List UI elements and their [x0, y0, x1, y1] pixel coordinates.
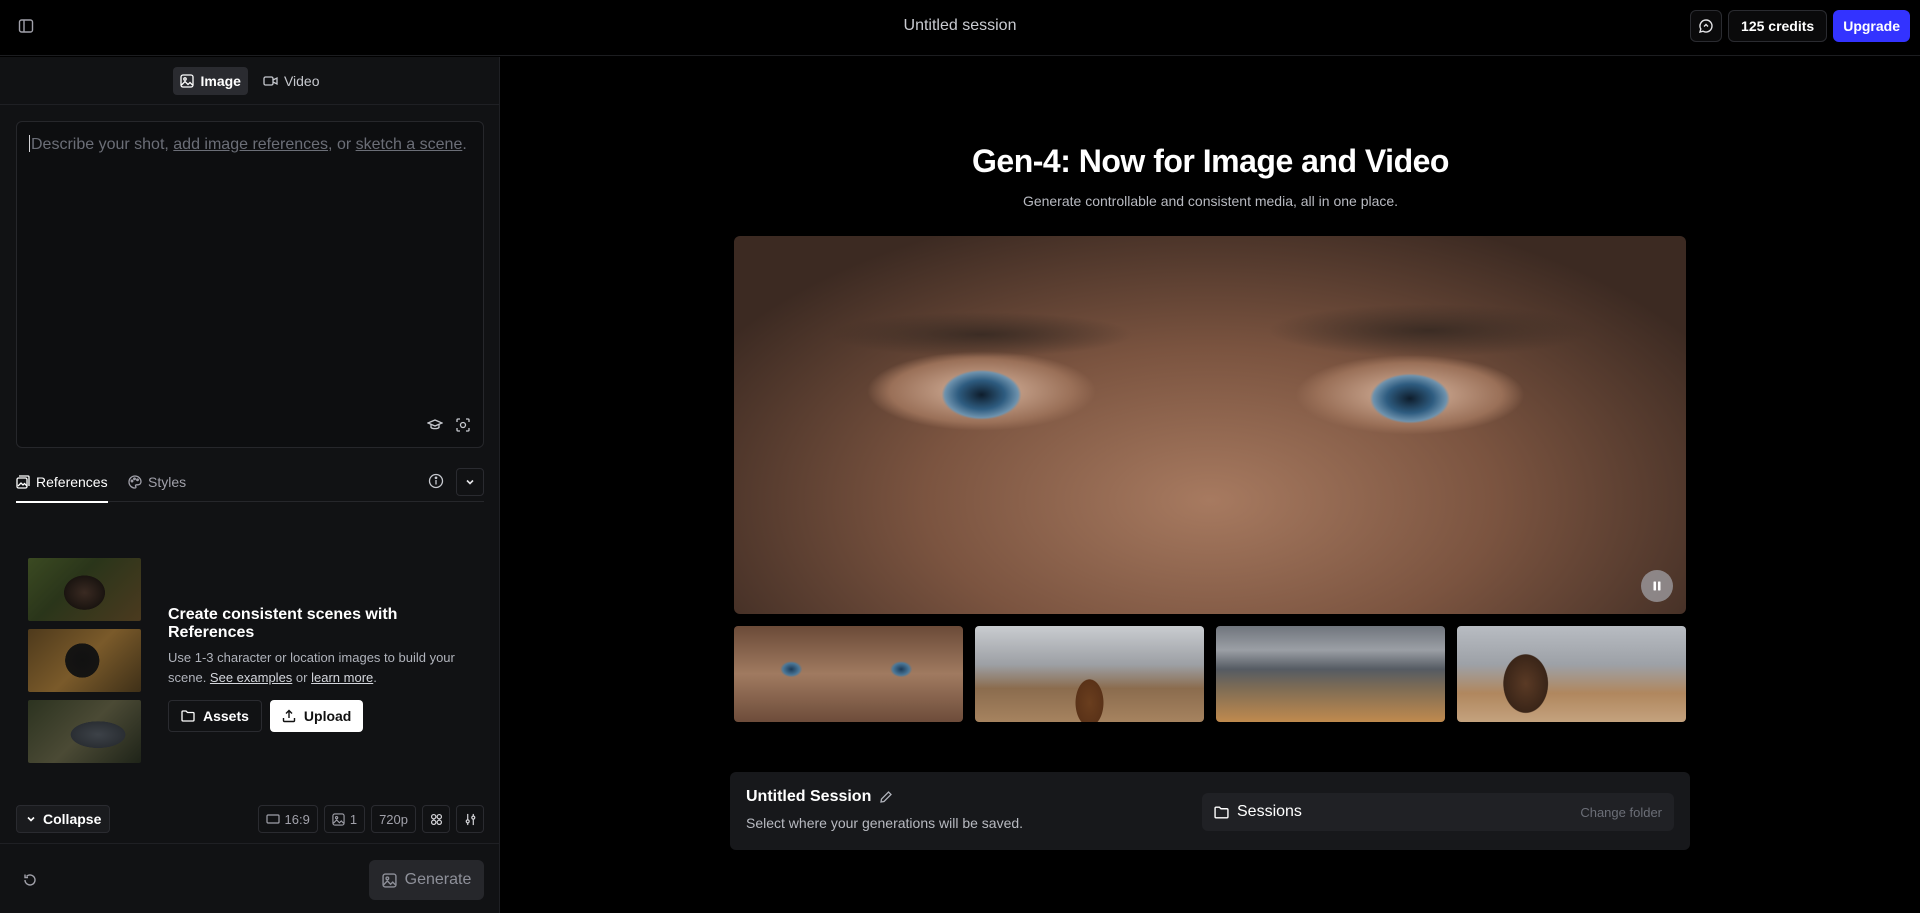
- folder-icon: [1214, 805, 1229, 820]
- left-panel: Image Video Describe your shot, add imag…: [0, 57, 500, 913]
- video-thumbnail[interactable]: [975, 626, 1204, 722]
- image-icon: [332, 812, 345, 826]
- references-cta-title: Create consistent scenes with References: [168, 606, 398, 641]
- prompt-placeholder: Describe your shot, add image references…: [29, 135, 467, 153]
- video-thumbnail[interactable]: [1216, 626, 1445, 722]
- reference-example-image: [28, 558, 141, 621]
- aspect-ratio-value: 16:9: [284, 811, 310, 827]
- credits-button[interactable]: 125 credits: [1728, 10, 1828, 42]
- tab-video[interactable]: Video: [256, 67, 327, 95]
- references-cta-description: Use 1-3 character or location images to …: [168, 650, 455, 685]
- sliders-icon: [464, 813, 477, 826]
- reset-icon[interactable]: [22, 872, 38, 888]
- video-thumbnail[interactable]: [734, 626, 963, 722]
- tab-styles-label: Styles: [148, 474, 187, 490]
- chevron-down-icon: [25, 813, 37, 825]
- generate-button[interactable]: Generate: [369, 860, 484, 900]
- session-description: Select where your generations will be sa…: [746, 815, 1024, 831]
- tab-references[interactable]: References: [16, 462, 108, 503]
- generation-options: Collapse 16:9 1 720p: [16, 805, 484, 833]
- chat-icon: [1698, 18, 1714, 34]
- prompt-input[interactable]: Describe your shot, add image references…: [16, 121, 484, 448]
- graduation-cap-icon[interactable]: [427, 417, 443, 433]
- hero-subtitle: Generate controllable and consistent med…: [1022, 193, 1399, 209]
- learn-more-link[interactable]: learn more: [311, 670, 373, 685]
- reference-examples: [28, 558, 141, 771]
- folder-icon: [181, 709, 195, 723]
- see-examples-link[interactable]: See examples: [210, 670, 292, 685]
- reference-example-image: [28, 629, 141, 692]
- scan-icon[interactable]: [455, 417, 471, 433]
- folder-selector[interactable]: Sessions Change folder: [1202, 793, 1674, 831]
- aspect-ratio-selector[interactable]: 16:9: [257, 805, 318, 833]
- palette-icon: [128, 475, 142, 489]
- collapse-button[interactable]: Collapse: [16, 805, 111, 833]
- tab-video-label: Video: [283, 72, 320, 89]
- aspect-ratio-icon: [265, 813, 280, 825]
- presets-button[interactable]: [422, 805, 450, 833]
- mode-tabs: Image Video: [0, 57, 500, 105]
- sidebar-toggle-icon[interactable]: [16, 16, 36, 36]
- pause-icon: [1651, 580, 1663, 592]
- image-icon: [382, 872, 397, 888]
- session-name[interactable]: Untitled Session: [746, 788, 893, 806]
- image-count-value: 1: [349, 811, 358, 827]
- grid-icon: [430, 813, 443, 826]
- tab-image[interactable]: Image: [173, 66, 248, 95]
- session-title: Untitled session: [903, 17, 1017, 34]
- video-thumbnail[interactable]: [1457, 626, 1686, 722]
- change-folder-button[interactable]: Change folder: [1580, 805, 1662, 820]
- assets-button[interactable]: Assets: [168, 700, 262, 732]
- collapse-button-label: Collapse: [43, 811, 102, 827]
- image-count-selector[interactable]: 1: [323, 805, 366, 833]
- references-dropdown-button[interactable]: [456, 468, 484, 496]
- generate-button-label: Generate: [404, 871, 472, 888]
- tab-image-label: Image: [200, 72, 241, 89]
- pause-button[interactable]: [1641, 570, 1673, 602]
- image-icon: [180, 73, 195, 88]
- tab-styles[interactable]: Styles: [128, 462, 186, 502]
- prompt-tools: [427, 417, 471, 433]
- settings-button[interactable]: [456, 805, 484, 833]
- hero-title: Gen-4: Now for Image and Video: [972, 143, 1449, 179]
- resolution-value: 720p: [379, 811, 408, 827]
- assets-button-label: Assets: [203, 708, 249, 724]
- info-icon[interactable]: [428, 473, 444, 489]
- references-cta: Create consistent scenes with References…: [168, 606, 478, 732]
- featured-video[interactable]: [734, 236, 1686, 614]
- add-image-references-link[interactable]: add image references: [173, 136, 328, 153]
- folder-label: Sessions: [1214, 803, 1302, 821]
- tab-references-label: References: [36, 474, 108, 490]
- session-card: Untitled Session Select where your gener…: [730, 772, 1690, 850]
- upgrade-button[interactable]: Upgrade: [1833, 10, 1910, 42]
- reference-example-image: [28, 700, 141, 763]
- upload-button-label: Upload: [303, 708, 352, 724]
- feedback-button[interactable]: [1690, 10, 1723, 42]
- chevron-down-icon: [464, 476, 476, 488]
- pencil-icon[interactable]: [879, 790, 893, 804]
- resolution-selector[interactable]: 720p: [371, 805, 416, 833]
- video-icon: [263, 74, 278, 88]
- references-icon: [16, 475, 30, 489]
- sketch-scene-link[interactable]: sketch a scene: [356, 136, 463, 153]
- upload-icon: [282, 709, 296, 723]
- video-thumbnails: [734, 626, 1686, 722]
- top-bar: Untitled session 125 credits Upgrade: [0, 0, 1920, 56]
- reference-tabs: References Styles: [16, 462, 484, 503]
- upload-button[interactable]: Upload: [269, 700, 364, 732]
